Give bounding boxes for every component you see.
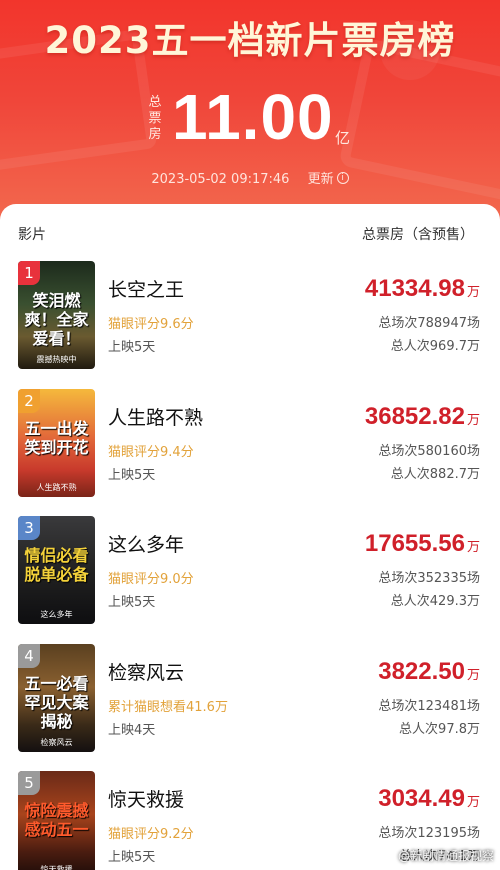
box-office-unit: 万 xyxy=(466,284,480,299)
total-viewers: 总人次969.7万 xyxy=(390,339,480,354)
box-office-unit: 万 xyxy=(466,794,480,809)
release-days: 上映5天 xyxy=(108,340,156,355)
movie-title[interactable]: 人生路不熟 xyxy=(108,403,203,430)
refresh-label: 更新 xyxy=(307,172,334,187)
poster-tagline: 五一必看罕见大案揭秘 xyxy=(24,673,89,731)
movie-rating: 猫眼评分9.2分 xyxy=(108,827,194,842)
page-title: 2023五一档新片票房榜 xyxy=(44,19,456,62)
poster-caption: 人生路不熟 xyxy=(36,482,77,492)
total-viewers: 总人次429.3万 xyxy=(390,594,480,609)
refresh-button[interactable]: 更新 i xyxy=(308,168,349,187)
movie-title[interactable]: 长空之王 xyxy=(108,275,184,302)
box-office-unit: 万 xyxy=(466,411,480,427)
movie-rating: 猫眼评分9.6分 xyxy=(108,317,194,332)
poster-caption: 震撼热映中 xyxy=(36,355,77,364)
poster-tagline: 惊险震撼感动五一 xyxy=(24,801,89,839)
movie-row[interactable]: 1 笑泪燃爽！全家爱看！ 震撼热映中 长空之王 猫眼评分9.6分 上映5天 41… xyxy=(0,261,500,381)
poster-caption: 检察风云 xyxy=(40,737,73,747)
box-office-number: 36852.82 xyxy=(364,402,465,430)
box-office-number: 41334.98 xyxy=(364,275,465,302)
movie-rating: 猫眼评分9.0分 xyxy=(108,572,194,587)
box-office-value: 3822.50 万 xyxy=(378,658,480,686)
movie-rating: 猫眼评分9.4分 xyxy=(108,444,194,460)
update-time: 2023-05-02 09:17:46 xyxy=(151,172,290,187)
poster-tagline: 五一出发笑到开花 xyxy=(24,418,89,457)
total-shows: 总场次123481场 xyxy=(378,698,480,714)
movie-poster[interactable]: 3 情侣必看脱单必备 这么多年 xyxy=(18,516,95,624)
poster-caption: 这么多年 xyxy=(40,610,73,619)
movie-poster[interactable]: 5 惊险震撼感动五一 惊天救援 xyxy=(18,771,95,870)
total-box-office-unit: 亿 xyxy=(335,129,351,147)
box-office-value: 36852.82 万 xyxy=(365,403,480,431)
release-days: 上映5天 xyxy=(108,850,156,865)
rank-badge: 2 xyxy=(18,388,40,413)
poster-caption: 惊天救援 xyxy=(40,865,73,870)
movie-poster[interactable]: 1 笑泪燃爽！全家爱看！ 震撼热映中 xyxy=(18,261,95,369)
rank-badge: 4 xyxy=(18,643,40,668)
total-box-office-value: 11.00 xyxy=(172,81,334,153)
total-shows: 总场次352335场 xyxy=(378,571,480,586)
movie-poster[interactable]: 2 五一出发笑到开花 人生路不熟 xyxy=(18,388,95,497)
rank-badge: 1 xyxy=(18,261,40,285)
header-banner: 2023五一档新片票房榜 总票房 11.00 亿 2023-05-02 09:1… xyxy=(0,0,500,225)
release-days: 上映5天 xyxy=(108,467,156,483)
box-office-value: 41334.98 万 xyxy=(365,275,480,303)
box-office-number: 3822.50 xyxy=(378,657,465,685)
total-viewers: 总人次882.7万 xyxy=(390,466,480,482)
movie-row[interactable]: 2 五一出发笑到开花 人生路不熟 人生路不熟 猫眼评分9.4分 上映5天 368… xyxy=(0,388,500,509)
movie-rating: 累计猫眼想看41.6万 xyxy=(108,699,228,715)
box-office-number: 3034.49 xyxy=(378,785,465,812)
movie-title[interactable]: 这么多年 xyxy=(108,530,184,557)
movie-row[interactable]: 3 情侣必看脱单必备 这么多年 这么多年 猫眼评分9.0分 上映5天 17655… xyxy=(0,516,500,636)
box-office-unit: 万 xyxy=(466,666,480,682)
rank-badge: 3 xyxy=(18,516,40,540)
movie-title[interactable]: 检察风云 xyxy=(108,658,184,685)
box-office-value: 3034.49 万 xyxy=(378,785,480,813)
poster-tagline: 笑泪燃爽！全家爱看！ xyxy=(24,291,89,348)
total-viewers: 总人次97.8万 xyxy=(399,721,480,737)
box-office-number: 17655.56 xyxy=(364,530,465,557)
movie-poster[interactable]: 4 五一必看罕见大案揭秘 检察风云 xyxy=(18,643,95,752)
column-header-film: 影片 xyxy=(18,227,46,243)
total-shows: 总场次580160场 xyxy=(378,443,480,459)
column-header-box-office: 总票房（含预售） xyxy=(362,227,474,243)
total-shows: 总场次788947场 xyxy=(378,316,480,331)
info-icon[interactable]: i xyxy=(336,171,349,184)
movie-row[interactable]: 4 五一必看罕见大案揭秘 检察风云 检察风云 累计猫眼想看41.6万 上映4天 … xyxy=(0,643,500,764)
box-office-value: 17655.56 万 xyxy=(365,530,480,558)
box-office-unit: 万 xyxy=(466,539,480,554)
release-days: 上映5天 xyxy=(108,595,156,610)
update-row: 2023-05-02 09:17:46 更新 i xyxy=(0,168,500,187)
total-shows: 总场次123195场 xyxy=(378,826,480,841)
watermark: @新剧情通报视察 xyxy=(397,849,494,863)
rank-badge: 5 xyxy=(18,771,40,795)
ranking-list: 影片 总票房（含预售） 1 笑泪燃爽！全家爱看！ 震撼热映中 长空之王 猫眼评分… xyxy=(0,204,500,870)
movie-title[interactable]: 惊天救援 xyxy=(108,785,184,812)
poster-tagline: 情侣必看脱单必备 xyxy=(24,546,89,584)
total-box-office-label: 总票房 xyxy=(148,95,162,142)
release-days: 上映4天 xyxy=(108,722,156,738)
